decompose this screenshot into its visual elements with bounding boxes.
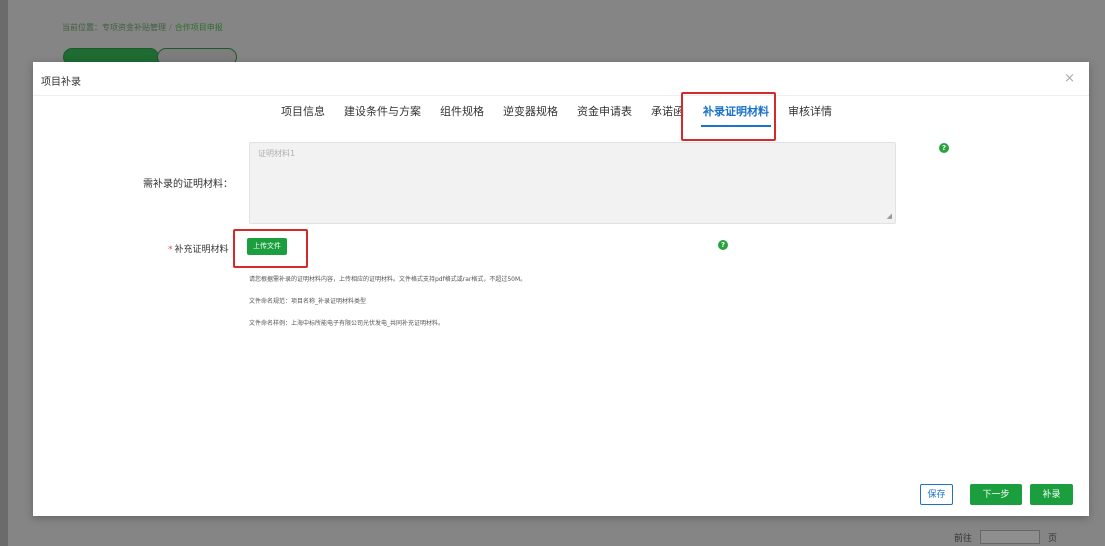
upload-note-format: 请您根据需补录的证明材料内容，上传相应的证明材料。文件格式支持pdf格式或rar… <box>249 276 527 283</box>
pager-input[interactable] <box>979 530 1040 544</box>
tab-construction-plan[interactable]: 建设条件与方案 <box>344 99 421 125</box>
required-mark: * <box>168 245 173 255</box>
breadcrumb-prefix: 当前位置： <box>62 23 102 32</box>
upload-note-naming-example: 文件命名样例：上海中标所能电子有限公司光伏发电_共同补充证明材料。 <box>249 320 445 327</box>
required-materials-textarea[interactable]: 证明材料1 ◢ <box>249 142 896 224</box>
tab-review-details[interactable]: 审核详情 <box>788 99 832 125</box>
highlight-box-upload <box>233 229 308 268</box>
supplement-materials-label: * 补充证明材料 <box>168 242 229 255</box>
background-pager: 前往 页 <box>954 528 1057 546</box>
tab-commitment-letter[interactable]: 承诺函 <box>651 99 684 125</box>
close-icon[interactable]: × <box>1064 71 1075 86</box>
upload-note-naming-rule: 文件命名规范：项目名称_补录证明材料类型 <box>249 298 367 305</box>
breadcrumb: 当前位置：专项资金补贴管理 / 合作项目申报 <box>62 23 223 32</box>
resize-grip-icon[interactable]: ◢ <box>887 212 892 220</box>
project-supplement-modal: 项目补录 × 项目信息 建设条件与方案 组件规格 逆变器规格 资金申请表 承诺函… <box>33 62 1089 516</box>
save-button[interactable]: 保存 <box>920 484 953 505</box>
required-materials-label: 需补录的证明材料： <box>143 179 233 190</box>
highlight-box-tab <box>681 92 776 141</box>
breadcrumb-parent[interactable]: 专项资金补贴管理 <box>102 23 166 32</box>
next-step-button[interactable]: 下一步 <box>970 484 1022 505</box>
breadcrumb-current: 合作项目申报 <box>174 23 223 32</box>
modal-header: 项目补录 × <box>33 62 1089 96</box>
pager-page-label: 页 <box>1047 533 1057 544</box>
pager-goto-label: 前往 <box>953 533 972 544</box>
modal-title: 项目补录 <box>41 77 81 88</box>
tab-project-info[interactable]: 项目信息 <box>281 99 325 125</box>
help-icon[interactable]: ? <box>939 143 949 153</box>
help-icon[interactable]: ? <box>718 240 728 250</box>
required-materials-placeholder: 证明材料1 <box>258 149 296 158</box>
tab-inverter-spec[interactable]: 逆变器规格 <box>503 99 558 125</box>
tab-module-spec[interactable]: 组件规格 <box>440 99 484 125</box>
supplement-submit-button[interactable]: 补录 <box>1030 484 1073 505</box>
tab-fund-application[interactable]: 资金申请表 <box>577 99 632 125</box>
supplement-label-text: 补充证明材料 <box>174 245 229 255</box>
